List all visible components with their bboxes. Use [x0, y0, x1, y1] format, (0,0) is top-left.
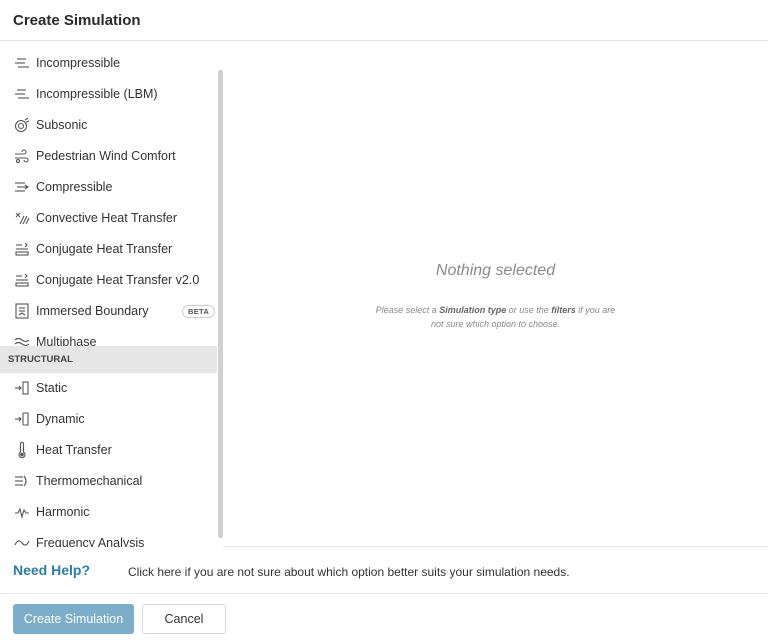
list-item-subsonic[interactable]: Subsonic — [0, 110, 217, 140]
dialog-title: Create Simulation — [13, 12, 141, 29]
list-item-harmonic[interactable]: Harmonic — [0, 497, 217, 527]
list-item-label: Dynamic — [36, 412, 85, 426]
cancel-button[interactable]: Cancel — [142, 604, 226, 634]
list-item-label: Incompressible — [36, 56, 121, 70]
empty-state-title: Nothing selected — [435, 262, 556, 279]
list-item-incompressible[interactable]: Incompressible — [0, 48, 217, 78]
help-bar[interactable]: Need Help? Click here if you are not sur… — [0, 548, 768, 594]
list-item-compressible[interactable]: Compressible — [0, 172, 217, 202]
need-help-title[interactable]: Need Help? — [13, 562, 90, 578]
simulation-type-emphasis: Simulation type — [439, 305, 507, 315]
list-item-convective-heat-transfer[interactable]: Convective Heat Transfer — [0, 203, 217, 233]
simulation-type-list[interactable]: Incompressible Incompressible (LBM) Subs… — [0, 41, 223, 547]
list-item-label: Thermomechanical — [36, 474, 143, 488]
wind-icon — [13, 147, 31, 165]
incompressible-icon — [13, 54, 31, 72]
beta-badge: BETA — [182, 304, 216, 318]
thermomechanical-icon — [13, 472, 31, 490]
dialog-header: Create Simulation — [0, 0, 768, 41]
empty-state-message: Please select a Simulation type or use t… — [375, 305, 616, 329]
harmonic-icon — [13, 503, 31, 521]
list-item-label: Static — [36, 381, 68, 395]
convective-heat-icon — [13, 209, 31, 227]
list-item-static[interactable]: Static — [0, 373, 217, 403]
detail-panel: Nothing selected Please select a Simulat… — [223, 41, 768, 547]
conjugate-heat-v2-icon — [13, 271, 31, 289]
list-item-conjugate-heat-transfer[interactable]: Conjugate Heat Transfer — [0, 234, 217, 264]
list-item-dynamic[interactable]: Dynamic — [0, 404, 217, 434]
frequency-icon — [13, 534, 31, 547]
list-item-label: Incompressible (LBM) — [36, 87, 158, 101]
compressible-icon — [13, 178, 31, 196]
list-item-conjugate-heat-transfer-v2[interactable]: Conjugate Heat Transfer v2.0 — [0, 265, 217, 295]
list-item-immersed-boundary[interactable]: Immersed Boundary BETA — [0, 296, 217, 326]
create-simulation-button[interactable]: Create Simulation — [13, 604, 134, 634]
subsonic-icon — [13, 116, 31, 134]
list-item-label: Convective Heat Transfer — [36, 211, 178, 225]
dynamic-icon — [13, 410, 31, 428]
list-item-label: Subsonic — [36, 118, 88, 132]
list-item-pedestrian-wind-comfort[interactable]: Pedestrian Wind Comfort — [0, 141, 217, 171]
list-item-heat-transfer[interactable]: Heat Transfer — [0, 435, 217, 465]
incompressible-lbm-icon — [13, 85, 31, 103]
list-item-incompressible-lbm[interactable]: Incompressible (LBM) — [0, 79, 217, 109]
list-item-label: Conjugate Heat Transfer — [36, 242, 173, 256]
section-header-structural: STRUCTURAL — [0, 346, 217, 373]
list-item-label: Compressible — [36, 180, 113, 194]
immersed-boundary-icon — [13, 302, 31, 320]
list-item-frequency-analysis[interactable]: Frequency Analysis — [0, 528, 217, 547]
thermometer-icon — [13, 441, 31, 459]
list-item-label: Pedestrian Wind Comfort — [36, 149, 176, 163]
conjugate-heat-icon — [13, 240, 31, 258]
list-item-thermomechanical[interactable]: Thermomechanical — [0, 466, 217, 496]
filters-emphasis: filters — [551, 305, 576, 315]
help-link-text[interactable]: Click here if you are not sure about whi… — [128, 565, 570, 579]
list-item-label: Heat Transfer — [36, 443, 112, 457]
static-icon — [13, 379, 31, 397]
list-item-label: Frequency Analysis — [36, 536, 145, 547]
list-item-label: Conjugate Heat Transfer v2.0 — [36, 273, 200, 287]
list-item-label: Immersed Boundary — [36, 304, 149, 318]
list-item-label: Harmonic — [36, 505, 90, 519]
